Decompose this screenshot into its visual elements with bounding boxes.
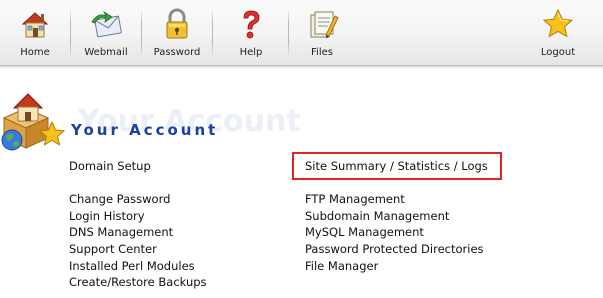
toolbar-webmail-label: Webmail	[84, 47, 128, 58]
main-toolbar: Home Webmail Password Help Files Logout	[0, 0, 603, 69]
toolbar-password-label: Password	[153, 47, 201, 58]
link-support-center[interactable]: Support Center	[69, 242, 157, 256]
link-mysql-management[interactable]: MySQL Management	[305, 225, 424, 239]
files-icon	[310, 11, 339, 39]
padlock-icon	[166, 8, 188, 39]
account-house-star-icon	[1, 93, 66, 151]
link-subdomain-management[interactable]: Subdomain Management	[305, 209, 449, 223]
toolbar-logout-button[interactable]: Logout	[523, 0, 593, 66]
toolbar-help-button[interactable]: Help	[216, 0, 286, 66]
mail-icon	[91, 10, 122, 38]
toolbar-logout-label: Logout	[540, 47, 576, 58]
link-ftp-management[interactable]: FTP Management	[305, 192, 405, 206]
account-title: Your Account	[71, 121, 219, 139]
star-icon	[542, 8, 574, 38]
link-file-manager[interactable]: File Manager	[305, 259, 378, 273]
link-installed-perl-modules[interactable]: Installed Perl Modules	[69, 259, 195, 273]
link-password-protected-directories[interactable]: Password Protected Directories	[305, 242, 484, 256]
toolbar-home-button[interactable]: Home	[0, 0, 70, 66]
link-domain-setup[interactable]: Domain Setup	[69, 159, 151, 173]
link-site-summary-statistics-logs[interactable]: Site Summary / Statistics / Logs	[305, 159, 488, 173]
toolbar-separator	[212, 8, 213, 58]
question-icon	[243, 10, 260, 39]
link-dns-management[interactable]: DNS Management	[69, 225, 173, 239]
link-change-password[interactable]: Change Password	[69, 192, 170, 206]
toolbar-files-button[interactable]: Files	[287, 0, 357, 66]
home-icon	[21, 12, 49, 38]
link-login-history[interactable]: Login History	[69, 209, 145, 223]
toolbar-home-label: Home	[20, 47, 50, 58]
toolbar-files-label: Files	[311, 47, 333, 58]
toolbar-webmail-button[interactable]: Webmail	[71, 0, 141, 66]
link-create-restore-backups[interactable]: Create/Restore Backups	[69, 275, 207, 289]
toolbar-help-label: Help	[239, 47, 263, 58]
toolbar-password-button[interactable]: Password	[142, 0, 212, 66]
